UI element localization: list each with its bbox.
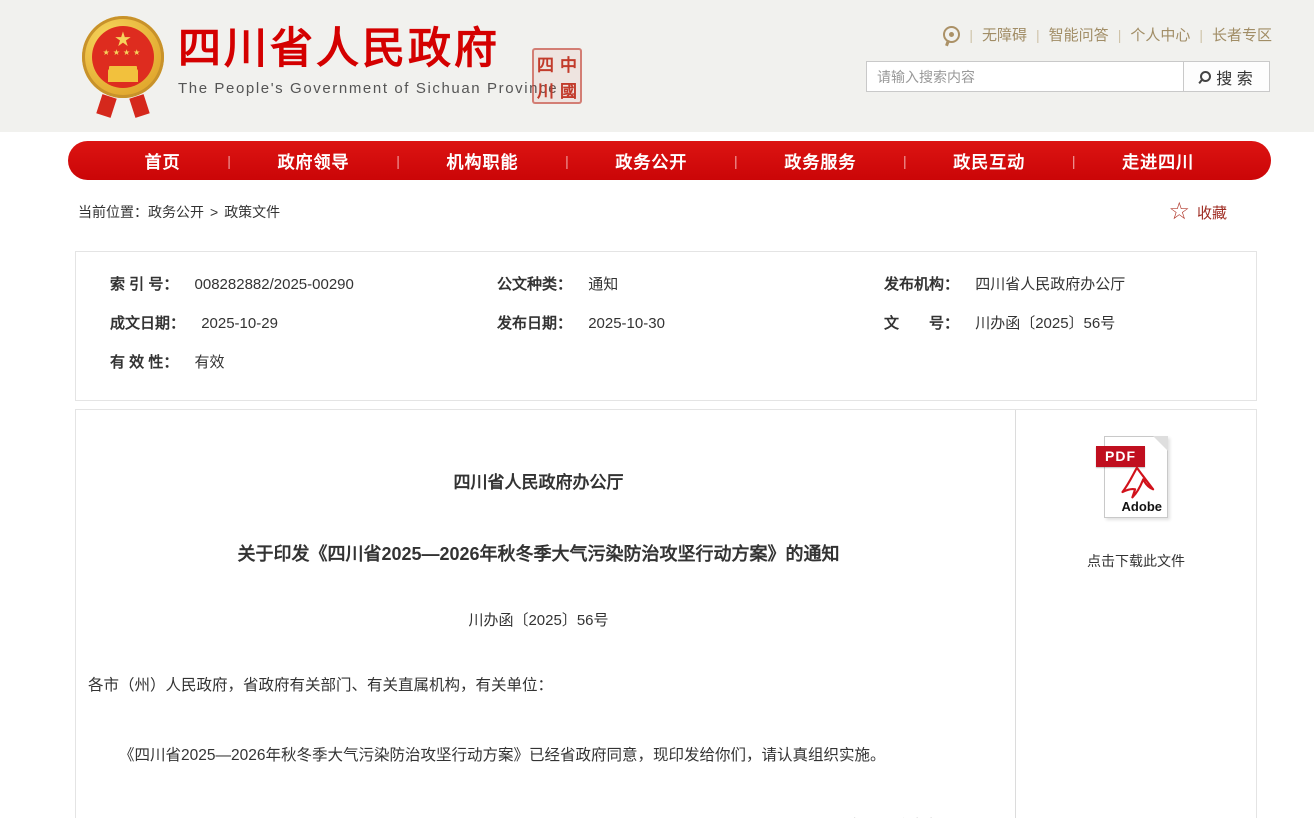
link-separator: | [1036, 27, 1040, 43]
site-header: ★ ★★★★ 四川省人民政府 The People's Government o… [0, 0, 1314, 132]
meta-value: 2025-10-29 [201, 315, 278, 332]
meta-value: 通知 [588, 276, 618, 293]
document-metadata-card: 索 引 号： 008282882/2025-00290 公文种类： 通知 发布机… [75, 251, 1257, 401]
breadcrumb-link-gov-affairs[interactable]: 政务公开 [148, 204, 204, 220]
document-title: 关于印发《四川省2025—2026年秋冬季大气污染防治攻坚行动方案》的通知 [88, 540, 989, 566]
brand-block: 四川省人民政府 The People's Government of Sichu… [178, 24, 558, 97]
meta-written-date: 成文日期： 2025-10-29 [76, 313, 463, 335]
page-fold-icon [1153, 436, 1168, 451]
adobe-label: Adobe [1122, 499, 1162, 514]
meta-label: 发布日期： [497, 315, 572, 332]
download-sidebar: PDF Adobe 点击下载此文件 [1015, 410, 1256, 818]
meta-publish-date: 发布日期： 2025-10-30 [463, 313, 850, 335]
breadcrumb-separator: > [210, 204, 218, 220]
download-hint-link[interactable]: 点击下载此文件 [1016, 551, 1256, 571]
nav-item-government-services[interactable]: 政务服务 [784, 148, 856, 173]
meta-label: 索 引 号： [110, 276, 178, 293]
meta-doc-type: 公文种类： 通知 [463, 274, 850, 296]
site-subtitle: The People's Government of Sichuan Provi… [178, 80, 558, 97]
search-button-label: 搜 索 [1216, 65, 1252, 89]
adobe-reader-icon [1117, 465, 1155, 501]
national-emblem-logo: ★ ★★★★ [82, 16, 166, 116]
document-body: 四川省人民政府办公厅 关于印发《四川省2025—2026年秋冬季大气污染防治攻坚… [76, 410, 1015, 818]
favorite-label: 收藏 [1197, 202, 1227, 223]
meta-label: 文 号： [884, 315, 959, 332]
emblem-small-stars-icon: ★★★★ [92, 48, 154, 57]
search-input[interactable] [866, 61, 1184, 92]
emblem-wreath: ★ ★★★★ [82, 16, 164, 98]
link-accessibility[interactable]: 无障碍 [982, 24, 1027, 45]
seal-char: 中 [557, 50, 580, 76]
meta-value: 有效 [195, 354, 225, 371]
link-smart-qa[interactable]: 智能问答 [1049, 24, 1109, 45]
emblem-core: ★ ★★★★ [92, 26, 154, 88]
nav-separator: | [903, 153, 907, 169]
meta-issuing-agency: 发布机构： 四川省人民政府办公厅 [850, 274, 1256, 296]
top-utility-links: | 无障碍 | 智能问答 | 个人中心 | 长者专区 [866, 24, 1272, 45]
document-paragraph: 各市（州）人民政府，省政府有关部门、有关直属机构，有关单位： [88, 674, 989, 698]
pdf-file-icon: PDF Adobe [1104, 436, 1168, 518]
nav-separator: | [1072, 153, 1076, 169]
document-signature: 四川省人民政府办公厅 [88, 814, 989, 818]
document-card: 四川省人民政府办公厅 关于印发《四川省2025—2026年秋冬季大气污染防治攻坚… [75, 409, 1257, 818]
site-title: 四川省人民政府 [178, 24, 558, 74]
nav-separator: | [227, 153, 231, 169]
document-org-title: 四川省人民政府办公厅 [88, 468, 989, 493]
meta-label: 发布机构： [884, 276, 959, 293]
breadcrumb: 当前位置：政务公开 > 政策文件 [78, 202, 280, 222]
nav-separator: | [396, 153, 400, 169]
meta-value: 2025-10-30 [588, 315, 665, 332]
emblem-ribbon-left [96, 94, 116, 118]
nav-item-into-sichuan[interactable]: 走进四川 [1122, 148, 1194, 173]
nav-item-institution-functions[interactable]: 机构职能 [446, 148, 518, 173]
seal-char: 四 [534, 50, 557, 76]
meta-label: 有 效 性： [110, 354, 178, 371]
breadcrumb-prefix: 当前位置： [78, 204, 148, 220]
breadcrumb-link-policy-files[interactable]: 政策文件 [224, 204, 280, 220]
emblem-ribbon-right [129, 94, 149, 118]
link-senior-zone[interactable]: 长者专区 [1212, 24, 1272, 45]
document-number: 川办函〔2025〕56号 [88, 609, 989, 630]
favorite-button[interactable]: ☆ 收藏 [1168, 201, 1227, 223]
meta-index-number: 索 引 号： 008282882/2025-00290 [76, 274, 463, 296]
header-right: | 无障碍 | 智能问答 | 个人中心 | 长者专区 搜 索 [866, 24, 1272, 92]
meta-doc-number: 文 号： 川办函〔2025〕56号 [850, 313, 1256, 335]
document-paragraph: 《四川省2025—2026年秋冬季大气污染防治攻坚行动方案》已经省政府同意，现印… [88, 744, 989, 768]
meta-value: 川办函〔2025〕56号 [975, 315, 1115, 332]
search-button[interactable]: 搜 索 [1184, 61, 1270, 92]
nav-item-home[interactable]: 首页 [145, 148, 181, 173]
emblem-star-icon: ★ [92, 30, 154, 50]
seal-char: 川 [534, 76, 557, 102]
meta-validity: 有 效 性： 有效 [76, 352, 463, 374]
link-separator: | [969, 27, 973, 43]
voice-bubble-icon[interactable] [943, 26, 960, 43]
breadcrumb-row: 当前位置：政务公开 > 政策文件 ☆ 收藏 [78, 180, 1257, 223]
nav-item-public-interaction[interactable]: 政民互动 [953, 148, 1025, 173]
emblem-gate-icon [108, 69, 138, 78]
pdf-badge: PDF [1096, 446, 1145, 467]
search-bar: 搜 索 [866, 61, 1270, 92]
main-nav: 首页 | 政府领导 | 机构职能 | 政务公开 | 政务服务 | 政民互动 | … [68, 141, 1271, 180]
nav-item-government-affairs[interactable]: 政务公开 [615, 148, 687, 173]
link-separator: | [1199, 27, 1203, 43]
seal-char: 國 [557, 76, 580, 102]
star-icon: ☆ [1168, 201, 1190, 223]
nav-item-government-leaders[interactable]: 政府领导 [278, 148, 350, 173]
search-icon [1200, 71, 1211, 82]
china-sichuan-seal-icon: 四 中 川 國 [532, 48, 582, 104]
nav-separator: | [734, 153, 738, 169]
link-separator: | [1118, 27, 1122, 43]
meta-value: 四川省人民政府办公厅 [975, 276, 1125, 293]
pdf-download-button[interactable]: PDF Adobe [1104, 436, 1168, 518]
link-personal-center[interactable]: 个人中心 [1130, 24, 1190, 45]
meta-label: 成文日期： [110, 315, 185, 332]
meta-value: 008282882/2025-00290 [195, 276, 354, 293]
meta-label: 公文种类： [497, 276, 572, 293]
nav-separator: | [565, 153, 569, 169]
